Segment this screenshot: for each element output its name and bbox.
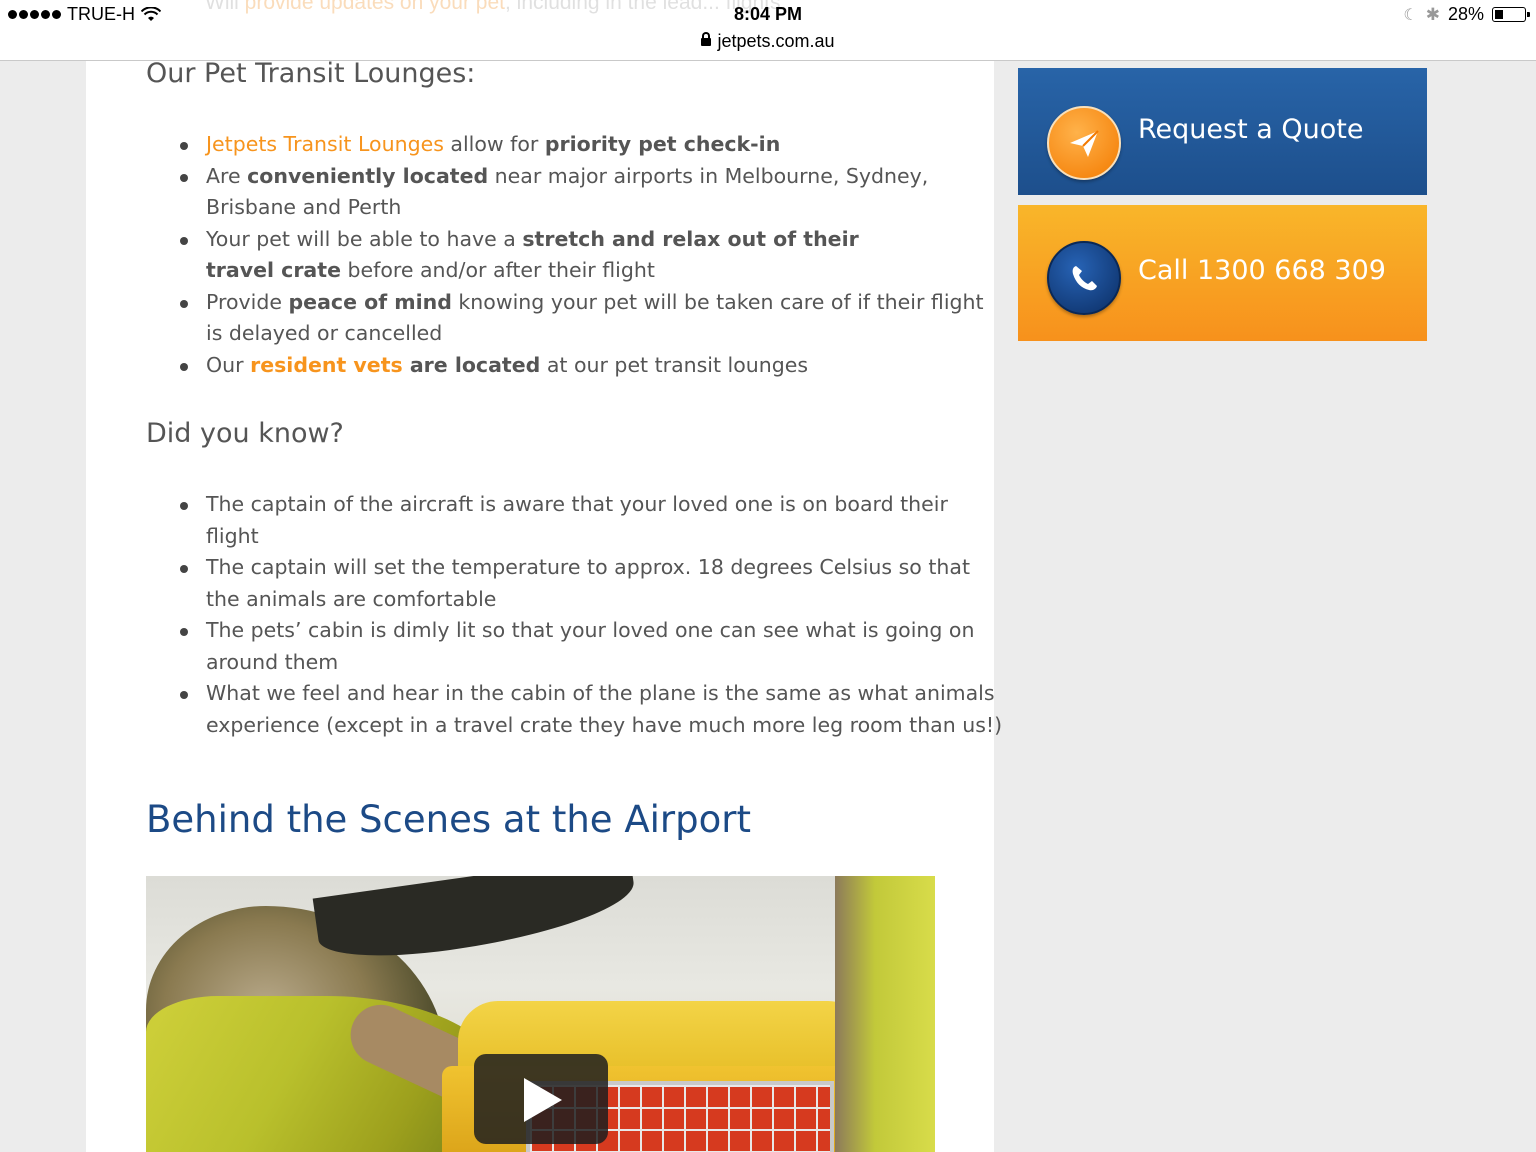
list-item: The captain of the aircraft is aware tha… [180,489,1006,552]
do-not-disturb-icon: ☾ [1403,6,1418,24]
url-text: jetpets.com.au [717,31,835,51]
list-item: Are conveniently located near major airp… [180,161,1006,224]
request-quote-label: Request a Quote [1138,114,1364,145]
list-item: The pets’ cabin is dimly lit so that you… [180,615,1006,678]
transit-lounges-link[interactable]: Jetpets Transit Lounges [206,132,444,156]
list-item: What we feel and hear in the cabin of th… [180,678,1006,741]
resident-vets-link[interactable]: resident vets [250,353,403,377]
video-thumbnail-person-right [835,876,935,1152]
list-item: Provide peace of mind knowing your pet w… [180,287,1006,350]
transit-lounges-title: Our Pet Transit Lounges: [146,58,476,89]
battery-percent: 28% [1447,4,1484,24]
clock: 8:04 PM [733,4,803,24]
call-button[interactable]: Call 1300 668 309 [1018,205,1427,341]
video-thumbnail-cap [312,876,640,968]
lock-icon [701,32,712,46]
did-you-know-list: The captain of the aircraft is aware tha… [146,489,1006,741]
address-bar[interactable]: jetpets.com.au [0,31,1536,52]
video-player[interactable] [146,876,935,1152]
paper-plane-icon [1047,106,1121,180]
system-indicators: ☾ ✱ 28% [1403,4,1530,25]
did-you-know-title: Did you know? [146,418,344,449]
bluetooth-icon: ✱ [1425,4,1440,24]
list-item: Your pet will be able to have a stretch … [180,224,1006,287]
battery-fill [1495,10,1503,19]
main-content: Our Pet Transit Lounges: Jetpets Transit… [86,0,1002,1152]
behind-scenes-heading: Behind the Scenes at the Airport [146,798,751,841]
list-item: The captain will set the temperature to … [180,552,1006,615]
play-icon[interactable] [474,1054,608,1144]
battery-icon [1492,7,1530,22]
list-item: Our resident vets are located at our pet… [180,350,1006,382]
list-item: Jetpets Transit Lounges allow for priori… [180,129,1006,161]
transit-lounges-list: Jetpets Transit Lounges allow for priori… [146,129,1006,381]
request-quote-button[interactable]: Request a Quote [1018,68,1427,195]
phone-icon [1047,241,1121,315]
call-label: Call 1300 668 309 [1138,255,1386,286]
status-bar: Will provide updates on your pet, includ… [0,0,1536,61]
